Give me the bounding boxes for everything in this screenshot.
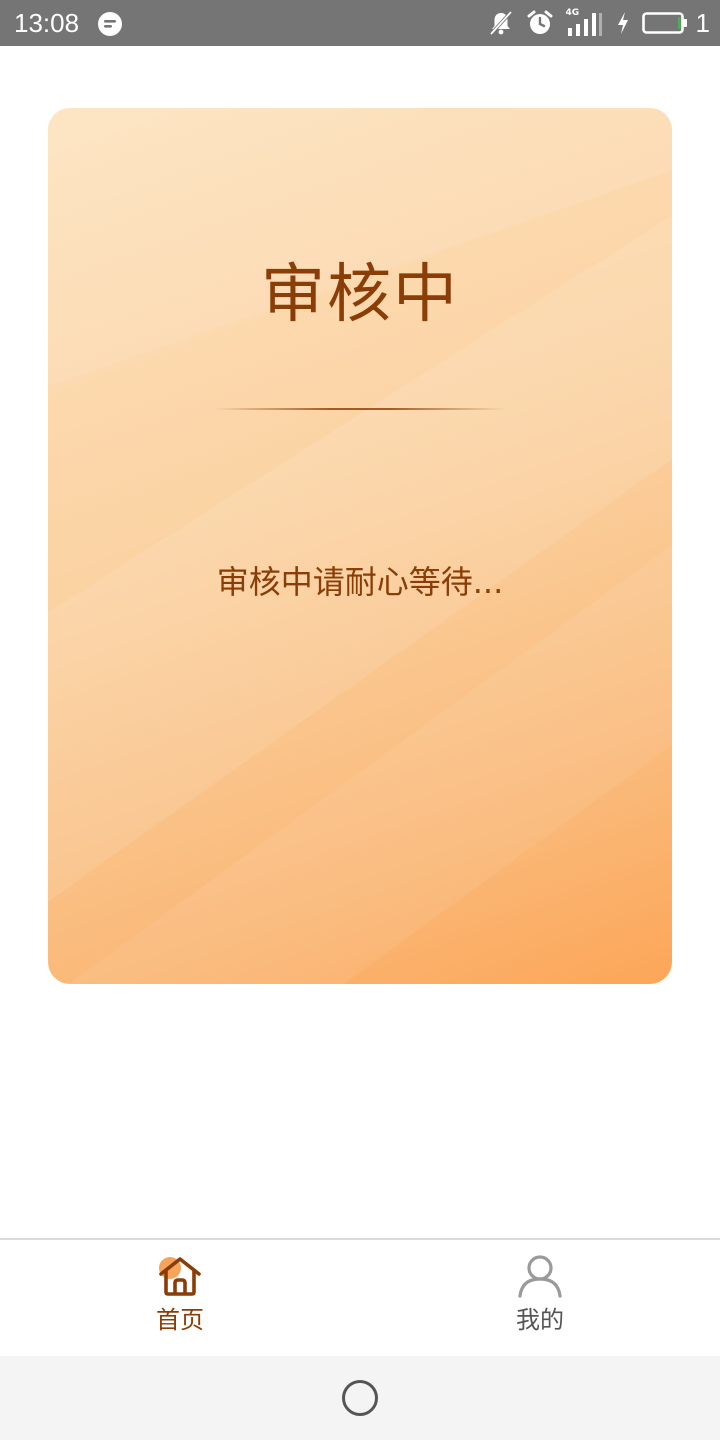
user-icon [518,1255,562,1298]
nav-item-home[interactable]: 首页 [90,1254,270,1350]
card-decoration [48,108,672,984]
status-time: 13:08 [14,8,80,38]
alarm-icon [527,10,553,34]
bottom-nav: 首页 我的 [0,1238,720,1356]
charging-icon [617,12,628,34]
home-icon [159,1257,201,1296]
card-title: 审核中 [261,258,459,332]
card-message: 审核中请耐心等待... [216,563,504,601]
system-home-button[interactable] [342,1380,378,1416]
system-nav-bar [0,1356,720,1440]
battery-percent: 1 [695,8,710,38]
bell-muted-icon [489,10,512,36]
signal-icon: 4G [566,8,604,38]
review-status-card [48,108,672,984]
status-bar: 13:08 4G 1 [0,0,720,46]
battery-icon [641,12,687,34]
card-divider [213,408,505,410]
nav-label-home: 首页 [156,1306,204,1334]
nav-item-me[interactable]: 我的 [450,1254,630,1350]
nav-label-me: 我的 [516,1306,564,1334]
status-right-group: 4G 1 [476,8,710,38]
message-icon [98,12,122,36]
